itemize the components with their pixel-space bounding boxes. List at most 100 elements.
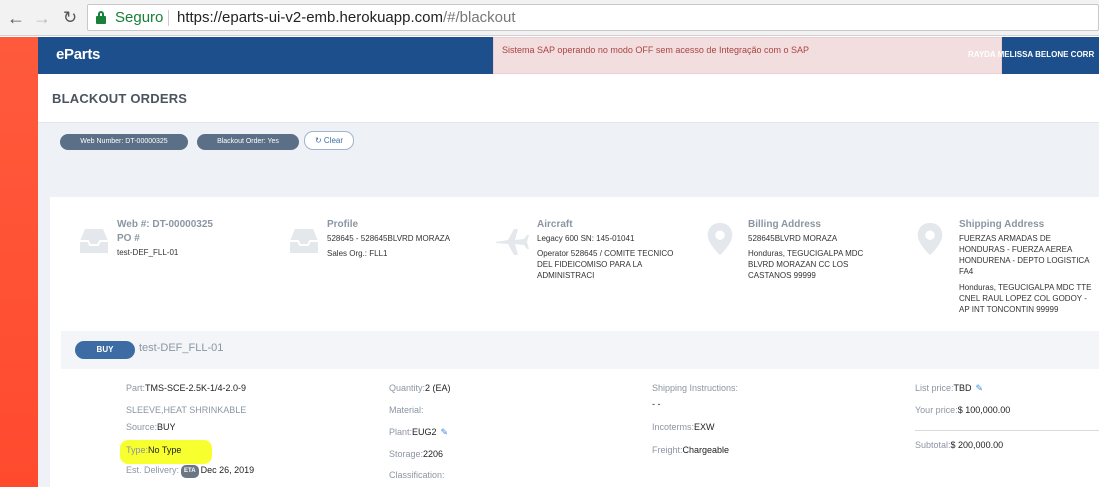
shipping-line: FA4 [959,267,974,276]
part-description-text: SLEEVE,HEAT SHRINKABLE [126,405,247,415]
clear-label: Clear [323,136,344,145]
aircraft-line: Legacy 600 SN: 145-01041 [537,234,635,243]
refresh-icon: ↻ [314,136,322,145]
est-delivery-value: Dec 26, 2019 [200,465,255,475]
storage-value: 2206 [423,449,444,459]
address-bar[interactable]: Seguro https://eparts-ui-v2-emb.herokuap… [87,4,1099,31]
lock-icon [96,11,106,24]
shipping-line: HONDURENA - DEPTO LOGISTICA [959,256,1090,265]
page-title-bar: BLACKOUT ORDERS [38,74,1099,123]
sap-offline-alert: Sistema SAP operando no modo OFF sem ace… [493,37,1002,74]
freight-value: Chargeable [682,445,730,455]
address-separator [168,10,169,26]
material-label: Material: [389,405,424,415]
edit-pencil-icon[interactable]: ✎ [976,383,984,394]
part-description: SLEEVE,HEAT SHRINKABLE [126,405,246,416]
url-host: https://eparts-ui-v2-emb.herokuapp.com [177,9,443,26]
storage-label: Storage: [389,449,424,459]
type-value: No Type [148,445,182,455]
shipping-line: CNEL RAUL LOPEZ COL GODOY - [959,294,1087,303]
profile-title: Profile [327,219,359,230]
material-field: Material: [389,405,424,416]
billing-address-title: Billing Address [748,219,821,230]
url-text[interactable]: https://eparts-ui-v2-emb.herokuapp.com/#… [177,5,516,30]
aircraft-line: Operator 528645 / COMITE TECNICO [537,249,674,258]
eta-badge: ETA [181,465,199,478]
your-price-field: Your price:$ 100,000.00 [915,405,1010,416]
source-value: BUY [157,422,176,432]
plant-label: Plant: [389,427,413,437]
est-delivery-label: Est. Delivery: [126,465,180,475]
shipping-line: AP INT TONCONTIN 99999 [959,305,1059,314]
billing-line: Honduras, TEGUCIGALPA MDC [748,249,864,258]
type-field: Type:No Type [126,445,181,456]
reload-icon[interactable]: ↻ [58,6,82,30]
part-label: Part: [126,383,146,393]
po-value: test-DEF_FLL-01 [117,248,179,257]
back-arrow-icon[interactable]: ← [4,6,28,30]
est-delivery-field: Est. Delivery: ETA Dec 26, 2019 [126,465,254,478]
shipping-line: HONDURAS - FUERZA AEREA [959,245,1073,254]
billing-line: 528645BLVRD MORAZA [748,234,838,243]
airplane-icon [496,229,529,255]
quantity-value: 2 (EA) [425,383,451,393]
url-path: /#/blackout [442,9,516,26]
shipping-line: Honduras, TEGUCIGALPA MDC TTE [959,283,1092,292]
incoterms-field: Incoterms:EXW [652,422,715,433]
plant-field: Plant:EUG2 ✎ [389,427,448,438]
shipping-address-title: Shipping Address [959,219,1045,230]
subtotal-label: Subtotal: [915,440,951,450]
freight-field: Freight:Chargeable [652,445,729,456]
billing-line: BLVRD MORAZAN CC LOS [748,260,849,269]
part-field: Part:TMS-SCE-2.5K-1/4-2.0-9 [126,383,246,394]
plant-value: EUG2 [412,427,437,437]
subtotal-value: $ 200,000.00 [950,440,1004,450]
profile-line: 528645 - 528645BLVRD MORAZA [327,234,451,243]
quantity-field: Quantity:2 (EA) [389,383,451,394]
part-value: TMS-SCE-2.5K-1/4-2.0-9 [145,383,247,393]
filter-chip-blackout-order[interactable]: Blackout Order: Yes [197,134,299,150]
freight-label: Freight: [652,445,683,455]
filter-chip-web-number[interactable]: Web Number: DT-00000325 [60,134,188,150]
your-price-label: Your price: [915,405,958,415]
quantity-label: Quantity: [389,383,426,393]
list-price-value: TBD [953,383,972,393]
classification-field: Classification: [389,470,445,481]
inbox-icon [290,229,318,253]
eparts-logo[interactable]: eParts [56,46,100,63]
forward-arrow-icon[interactable]: → [30,6,54,30]
clear-filters-button[interactable]: ↻ Clear [304,131,354,150]
secure-label: Seguro [115,9,164,26]
web-number-title: Web #: DT-00000325 [117,219,213,230]
app-header: eParts Sistema SAP operando no modo OFF … [38,37,1099,74]
type-label: Type: [126,445,149,455]
inbox-icon [80,229,108,253]
incoterms-value: EXW [694,422,715,432]
user-name[interactable]: RAYDA MELISSA BELONE CORR [968,50,1094,59]
shipping-line: FUERZAS ARMADAS DE [959,234,1052,243]
billing-line: CASTANOS 99999 [748,271,816,280]
map-pin-icon [707,222,733,256]
shipping-instructions-text: - - [652,399,661,409]
left-accent-bar [0,37,38,487]
price-divider [915,430,1099,431]
storage-field: Storage:2206 [389,449,443,460]
browser-toolbar: ← → ↻ Seguro https://eparts-ui-v2-emb.he… [0,0,1099,36]
shipping-instructions-field: Shipping Instructions: [652,383,738,394]
list-price-field: List price:TBD ✎ [915,383,983,394]
item-po-number: test-DEF_FLL-01 [139,342,224,354]
shipping-instructions-label: Shipping Instructions: [652,383,739,393]
source-label: Source: [126,422,158,432]
aircraft-line: DEL FIDEICOMISO PARA LA [537,260,643,269]
source-field: Source:BUY [126,422,176,433]
shipping-instructions-value: - - [652,399,661,410]
profile-sales-org: Sales Org.: FLL1 [327,249,388,258]
map-pin-icon [917,222,943,256]
classification-label: Classification: [389,470,445,480]
buy-badge[interactable]: BUY [75,341,135,359]
list-price-label: List price: [915,383,954,393]
po-label: PO # [117,233,140,244]
edit-pencil-icon[interactable]: ✎ [441,427,449,438]
subtotal-field: Subtotal:$ 200,000.00 [915,440,1003,451]
aircraft-title: Aircraft [537,219,573,230]
